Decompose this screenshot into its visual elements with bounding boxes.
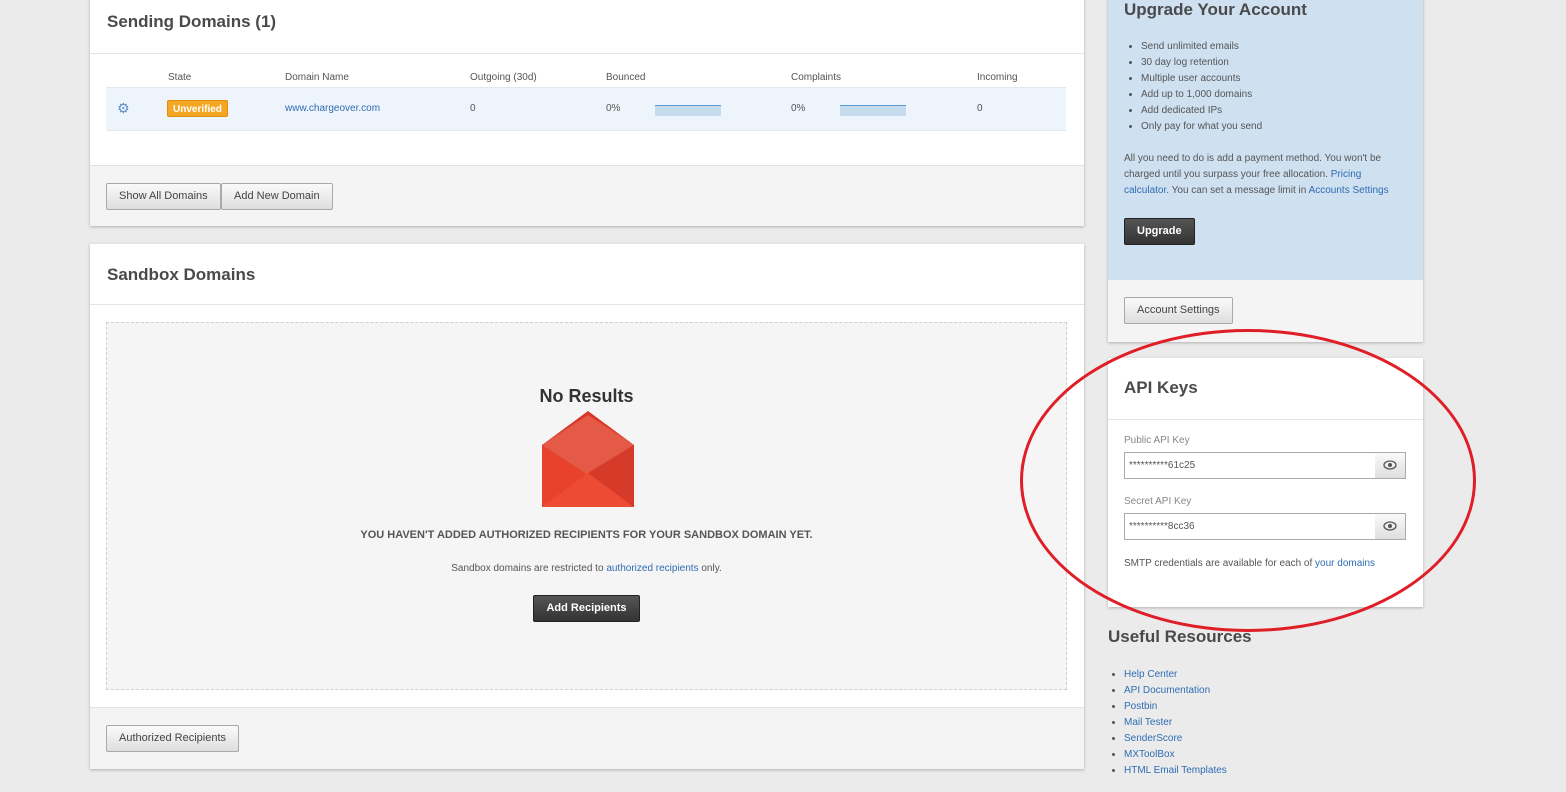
outgoing-value: 0 xyxy=(470,103,476,114)
col-outgoing: Outgoing (30d) xyxy=(470,72,537,83)
secret-key-label: Secret API Key xyxy=(1124,496,1192,507)
authorized-recipients-button[interactable]: Authorized Recipients xyxy=(106,725,240,752)
list-item: Only pay for what you send xyxy=(1141,119,1262,135)
secret-key-field xyxy=(1124,513,1406,540)
api-keys-title: API Keys xyxy=(1124,378,1198,397)
col-domain-name: Domain Name xyxy=(285,72,349,83)
envelope-icon xyxy=(542,411,634,507)
useful-resources: Useful Resources Help Center API Documen… xyxy=(1108,627,1428,776)
col-state: State xyxy=(168,72,192,83)
sandbox-domains-title: Sandbox Domains xyxy=(107,265,256,284)
upgrade-description: All you need to do is add a payment meth… xyxy=(1124,151,1404,199)
sending-footer: Show All Domains Add New Domain xyxy=(90,165,1084,226)
list-item: 30 day log retention xyxy=(1141,55,1262,71)
resources-title: Useful Resources xyxy=(1108,627,1252,646)
no-results-title: No Results xyxy=(539,386,634,406)
table-row: ⚙ Unverified www.chargeover.com 0 0% 0% … xyxy=(106,87,1066,131)
list-item: Send unlimited emails xyxy=(1141,39,1262,55)
postbin-link[interactable]: Postbin xyxy=(1124,701,1157,712)
empty-text: Sandbox domains are restricted to xyxy=(451,563,607,574)
list-item: SenderScore xyxy=(1124,731,1227,747)
public-key-field xyxy=(1124,452,1406,479)
help-center-link[interactable]: Help Center xyxy=(1124,669,1177,680)
mail-tester-link[interactable]: Mail Tester xyxy=(1124,717,1172,728)
upgrade-body: Upgrade Your Account Send unlimited emai… xyxy=(1108,0,1423,280)
eye-icon xyxy=(1383,521,1397,531)
empty-text: only. xyxy=(698,563,722,574)
smtp-text: SMTP credentials are available for each … xyxy=(1124,558,1316,569)
upgrade-title: Upgrade Your Account xyxy=(1124,0,1307,19)
status-badge: Unverified xyxy=(167,100,228,117)
incoming-value: 0 xyxy=(977,103,983,114)
secret-key-input[interactable] xyxy=(1125,514,1376,539)
sending-domains-panel: Sending Domains (1) State Domain Name Ou… xyxy=(90,0,1084,226)
public-key-input[interactable] xyxy=(1125,453,1376,478)
accounts-settings-link[interactable]: Accounts Settings xyxy=(1309,185,1389,196)
list-item: Postbin xyxy=(1124,699,1227,715)
empty-heading: YOU HAVEN'T ADDED AUTHORIZED RECIPIENTS … xyxy=(360,529,813,541)
api-documentation-link[interactable]: API Documentation xyxy=(1124,685,1210,696)
complaints-value: 0% xyxy=(791,103,806,114)
list-item: MXToolBox xyxy=(1124,747,1227,763)
empty-state: No Results YOU HAVEN'T ADDED AUTHORIZED … xyxy=(106,322,1067,690)
domain-link[interactable]: www.chargeover.com xyxy=(285,103,380,114)
list-item: Add up to 1,000 domains xyxy=(1141,87,1262,103)
upgrade-panel: Upgrade Your Account Send unlimited emai… xyxy=(1108,0,1423,342)
divider xyxy=(1108,419,1423,420)
sandbox-domains-panel: Sandbox Domains No Results YOU HAVEN'T A… xyxy=(90,244,1084,769)
bounced-sparkline xyxy=(655,105,721,116)
show-all-domains-button[interactable]: Show All Domains xyxy=(106,183,221,210)
reveal-secret-key-button[interactable] xyxy=(1375,514,1405,539)
col-complaints: Complaints xyxy=(791,72,842,83)
add-recipients-button[interactable]: Add Recipients xyxy=(533,595,640,622)
empty-actions: Add Recipients xyxy=(107,595,1066,622)
empty-subtext: Sandbox domains are restricted to author… xyxy=(107,563,1066,574)
sandbox-footer: Authorized Recipients xyxy=(90,707,1084,769)
feature-list: Send unlimited emails 30 day log retenti… xyxy=(1141,39,1262,135)
add-new-domain-button[interactable]: Add New Domain xyxy=(221,183,333,210)
public-key-label: Public API Key xyxy=(1124,435,1190,446)
eye-icon xyxy=(1383,460,1397,470)
your-domains-link[interactable]: your domains xyxy=(1315,558,1375,569)
smtp-note: SMTP credentials are available for each … xyxy=(1124,558,1375,569)
html-email-templates-link[interactable]: HTML Email Templates xyxy=(1124,765,1227,776)
authorized-recipients-link[interactable]: authorized recipients xyxy=(606,563,698,574)
upgrade-text: . You can set a message limit in xyxy=(1166,185,1309,196)
divider xyxy=(90,53,1084,54)
bounced-value: 0% xyxy=(606,103,621,114)
account-settings-button[interactable]: Account Settings xyxy=(1124,297,1233,324)
complaints-sparkline xyxy=(840,105,906,116)
col-bounced: Bounced xyxy=(606,72,646,83)
col-incoming: Incoming xyxy=(977,72,1018,83)
senderscore-link[interactable]: SenderScore xyxy=(1124,733,1182,744)
resources-list: Help Center API Documentation Postbin Ma… xyxy=(1124,667,1227,779)
list-item: API Documentation xyxy=(1124,683,1227,699)
upgrade-button[interactable]: Upgrade xyxy=(1124,218,1195,245)
list-item: HTML Email Templates xyxy=(1124,763,1227,779)
list-item: Mail Tester xyxy=(1124,715,1227,731)
list-item: Add dedicated IPs xyxy=(1141,103,1262,119)
api-keys-panel: API Keys Public API Key Secret API Key S… xyxy=(1108,358,1423,607)
sending-domains-title: Sending Domains (1) xyxy=(107,12,277,31)
reveal-public-key-button[interactable] xyxy=(1375,453,1405,478)
divider xyxy=(90,304,1084,305)
gear-icon[interactable]: ⚙ xyxy=(117,100,130,117)
list-item: Help Center xyxy=(1124,667,1227,683)
mxtoolbox-link[interactable]: MXToolBox xyxy=(1124,749,1175,760)
list-item: Multiple user accounts xyxy=(1141,71,1262,87)
